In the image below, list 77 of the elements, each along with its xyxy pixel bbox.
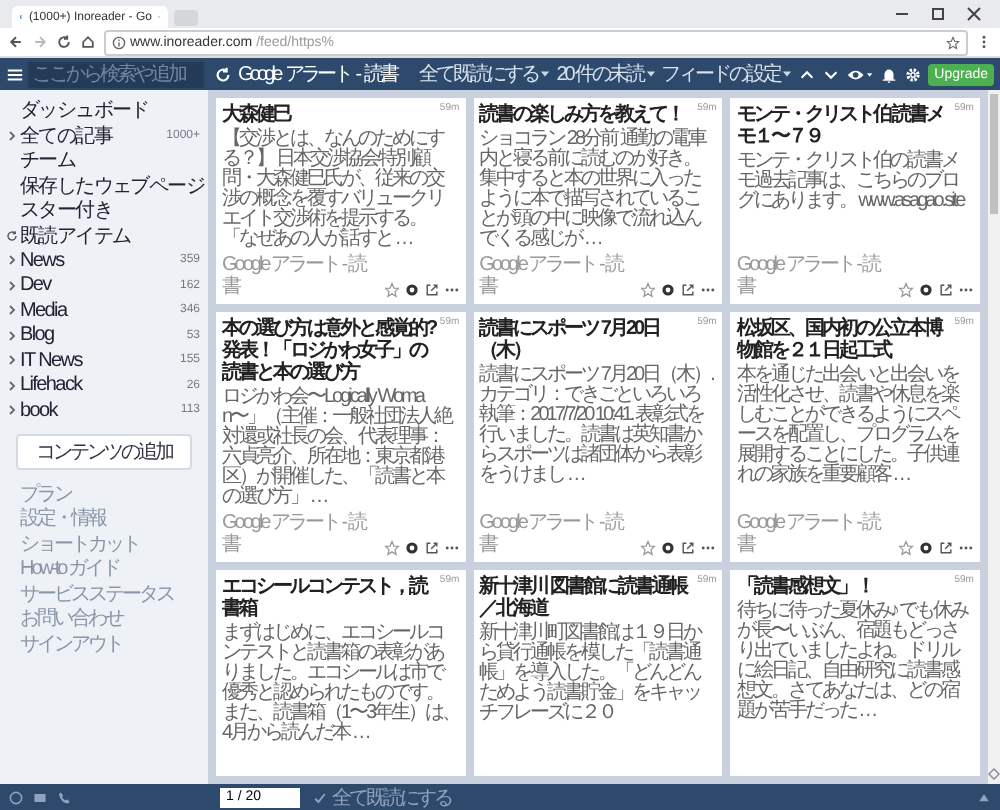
article-source: Google アラート - 読書 bbox=[479, 256, 626, 298]
star-icon[interactable] bbox=[383, 540, 400, 556]
feed-title: Google アラート - 読書 bbox=[238, 61, 397, 88]
article-summary: 【交渉とは、なんのためにする？】 日本交渉協会特別顧問・大森健巳氏が、従来の交渉の概念を覆すバリュークリエイト交渉術を提示する。「なぜあの人が話すと … bbox=[222, 130, 446, 250]
article-title[interactable]: 読書にスポーツ 7月20日（木） bbox=[479, 318, 696, 362]
star-icon[interactable] bbox=[946, 35, 960, 49]
read-toggle-icon[interactable] bbox=[917, 282, 934, 298]
info-icon bbox=[112, 35, 126, 49]
scrollbar[interactable] bbox=[988, 90, 1000, 784]
star-icon[interactable] bbox=[897, 540, 914, 556]
article-summary: 新十津川町図書館は１９日から貸行通帳を模した「読書通帳」を導入した。「どんどんためよう読書貯金」をキャッチフレーズに２０ bbox=[479, 624, 704, 724]
article-title[interactable]: 大森健巳 bbox=[222, 104, 438, 126]
article-source: Google アラート - 読書 bbox=[479, 514, 626, 556]
article-source: Google アラート - 読書 bbox=[736, 256, 883, 298]
chevron-right-icon[interactable] bbox=[6, 129, 18, 142]
article-title[interactable]: 「読書感想文」！ bbox=[736, 576, 953, 598]
external-link-icon[interactable] bbox=[937, 540, 954, 556]
caret-icon[interactable] bbox=[782, 70, 793, 78]
history-icon bbox=[6, 229, 18, 242]
check-icon[interactable] bbox=[312, 789, 328, 805]
article-summary: まずはじめに、エコシールコンテストと読書箱の表彰がありました。エコシールは市で優秀と認められたものです。また、読書箱（1〜3年生）は、4月から読んだ本 … bbox=[222, 624, 460, 744]
article-source: Google アラート - 読書 bbox=[222, 514, 368, 556]
menu-button[interactable]: 全て既読にする bbox=[419, 60, 551, 88]
refresh-icon[interactable] bbox=[214, 65, 232, 83]
star-icon[interactable] bbox=[640, 282, 657, 298]
menu-button[interactable]: フィードの設定 bbox=[661, 60, 793, 88]
star-icon[interactable] bbox=[640, 540, 657, 556]
external-link-icon[interactable] bbox=[680, 540, 697, 556]
sidebar-item[interactable]: ダッシュボード bbox=[0, 98, 208, 123]
article-summary: 本を通じた出会いと出会いを活性化させ、読書や休息を楽しむことができるようにスペースを配置し、プログラムを展開することにした。子供連れの家族を重要顧客 … bbox=[736, 366, 961, 486]
article-title[interactable]: モンテ・クリスト伯 読書メモ１〜７９ bbox=[736, 104, 953, 148]
sidebar-item[interactable]: チーム bbox=[0, 148, 208, 173]
read-toggle-icon[interactable] bbox=[660, 540, 677, 556]
read-toggle-icon[interactable] bbox=[917, 540, 934, 556]
maximize-icon[interactable] bbox=[928, 4, 948, 24]
article-summary: ショコラン 28分前 通勤の電車内と寝る前に読むのが好き。集中すると本の世界に入ったように本で描写されていることが頭の中に映像で流れ込んでくる感じが … bbox=[479, 130, 708, 250]
article-summary: 読書にスポーツ 7月20日（木）. カテゴリ：できごといろいろ執筆：2017/7/20 10:41. 表彰式を行いました。読書は英知書からスポーツは諸団体から表彰をうけまし … bbox=[479, 366, 716, 486]
add-content-button[interactable]: コンテンツの追加 bbox=[16, 433, 192, 469]
article-source: Google アラート - 読書 bbox=[222, 256, 368, 298]
menu-icon[interactable] bbox=[6, 65, 24, 83]
article-title[interactable]: 本の選び方は意外と感覚的?発表！「ロジかわ女子」の読書と本の選び方 bbox=[222, 318, 438, 384]
read-toggle-icon[interactable] bbox=[660, 282, 677, 298]
read-toggle-icon[interactable] bbox=[403, 540, 420, 556]
bell-icon[interactable] bbox=[880, 65, 899, 83]
article-title[interactable]: 新十津川 図書館に読書通帳／北海道 bbox=[479, 576, 696, 620]
sidebar-item[interactable]: 保存したウェブページ bbox=[0, 173, 208, 198]
caret-icon[interactable] bbox=[540, 70, 551, 78]
article-title[interactable]: 読書の楽しみ方を教えて！ bbox=[479, 104, 696, 126]
article-title[interactable]: 松坂区、国内初の公立本博物館を２１日起工式 bbox=[736, 318, 953, 362]
article-summary: 待ちに待った夏休み♪ でも休みが長〜いぶん、宿題もどっさり出ていましたよね。ドリルに絵日記、自由研究に読書感想文。さてあなたは、どの宿題が苦手だった … bbox=[736, 602, 971, 722]
sidebar-item[interactable]: スター付き bbox=[0, 198, 208, 223]
article-source: Google アラート - 読書 bbox=[736, 514, 883, 556]
article-summary: ロジかわ会〜Logically Woman〜」（主催：一般社団法人絶対還或社長の会、代表理事：六貞亮介、所在地：東京都港区）が開催した、「読書と本の選び方」 … bbox=[222, 388, 455, 508]
mark-all-read-button[interactable]: 全て既読にする bbox=[312, 783, 451, 810]
caret-icon[interactable] bbox=[645, 70, 656, 78]
search-field[interactable]: ここから検索や追加 bbox=[28, 61, 204, 87]
chevron-up-icon[interactable] bbox=[798, 65, 817, 83]
external-link-icon[interactable] bbox=[423, 282, 440, 298]
home-icon[interactable] bbox=[80, 34, 96, 50]
star-icon[interactable] bbox=[383, 282, 400, 298]
keyboard-icon[interactable] bbox=[32, 789, 48, 805]
back-icon[interactable] bbox=[8, 34, 24, 50]
read-toggle-icon[interactable] bbox=[403, 282, 420, 298]
phone-icon[interactable] bbox=[56, 789, 72, 805]
diamond-icon[interactable] bbox=[988, 768, 1000, 780]
external-link-icon[interactable] bbox=[680, 282, 697, 298]
menu-button[interactable]: 20 件の未読 bbox=[556, 60, 656, 88]
star-icon[interactable] bbox=[897, 282, 914, 298]
article-summary: モンテ・クリスト伯の読書メモ過去記事は、こちらのブログにあります。 www.asagao.site bbox=[736, 152, 967, 212]
reload-icon[interactable] bbox=[56, 34, 72, 50]
arrow-up-icon[interactable] bbox=[976, 789, 992, 805]
eye-icon[interactable] bbox=[846, 65, 875, 83]
external-link-icon[interactable] bbox=[937, 282, 954, 298]
settings-icon[interactable] bbox=[904, 65, 923, 83]
external-link-icon[interactable] bbox=[423, 540, 440, 556]
article-title[interactable]: エコシールコンテスト，読書箱 bbox=[222, 576, 438, 620]
sidebar-item[interactable]: 既読アイテム bbox=[0, 223, 208, 248]
